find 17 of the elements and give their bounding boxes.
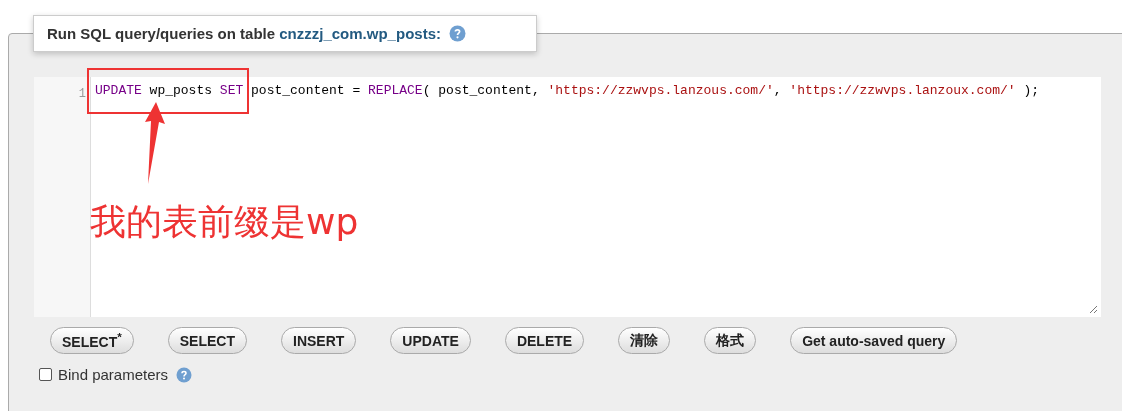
query-button[interactable]: INSERT (281, 327, 357, 354)
query-button[interactable]: SELECT$^{*}$ (50, 327, 134, 354)
query-button[interactable]: DELETE (504, 327, 585, 354)
query-button[interactable]: UPDATE (390, 327, 471, 354)
help-icon[interactable] (448, 25, 466, 42)
query-button[interactable]: SELECT (167, 327, 247, 354)
line-number: 1 (78, 87, 87, 101)
query-button[interactable]: 格式 (704, 327, 757, 354)
resize-grip-icon[interactable] (1088, 304, 1098, 314)
bind-label[interactable]: Bind parameters (58, 366, 169, 383)
legend-title: Run SQL query/queries on table cnzzzj_com.wp_posts: (47, 25, 441, 42)
bind-checkbox[interactable] (39, 368, 52, 381)
help-icon[interactable] (176, 366, 193, 383)
annotation-text: 我的表前缀是wp (90, 200, 359, 244)
query-button[interactable]: 清除 (618, 327, 671, 354)
query-button[interactable]: Get auto-saved query (790, 327, 958, 354)
code-line: UPDATE wp_posts SET post_content = REPLACE( post_content, 'https://zzwvps.lanzous.com/', 'https://zzwvps.lanzoux.com/' ); (95, 83, 1039, 98)
